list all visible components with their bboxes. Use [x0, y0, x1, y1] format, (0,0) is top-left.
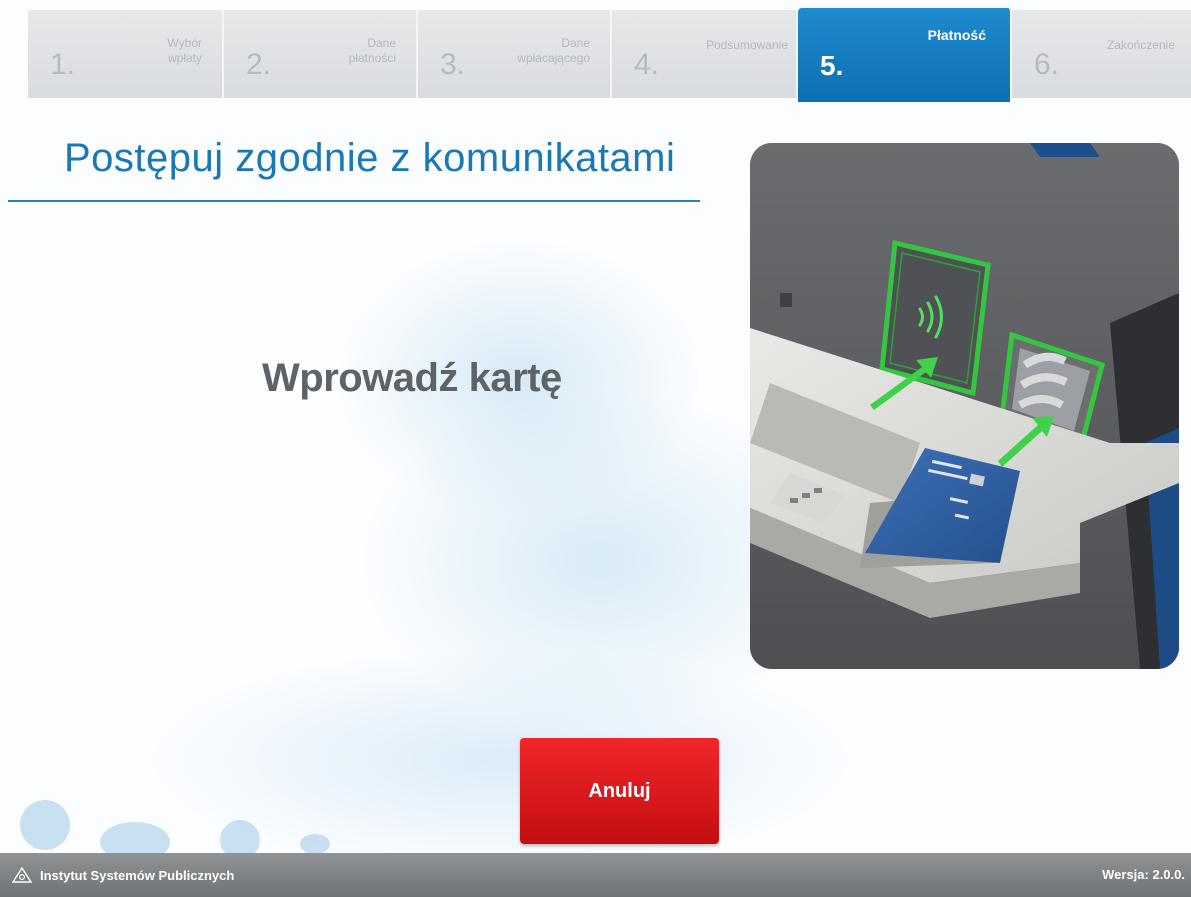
step-5: 5. Płatność [798, 8, 1012, 102]
decor-dot [20, 800, 70, 850]
step-6: 6. Zakończenie [1012, 10, 1191, 98]
page-title: Postępuj zgodnie z komunikatami [64, 136, 676, 180]
card-reader-icon [750, 143, 1179, 669]
footer-brand: Instytut Systemów Publicznych [12, 867, 234, 883]
step-label: Dane płatności [348, 36, 396, 65]
step-number: 4. [634, 48, 660, 81]
step-number: 3. [440, 48, 466, 81]
version-label: Wersja: 2.0.0. [1102, 867, 1185, 882]
step-1: 1. Wybór wpłaty [28, 10, 224, 98]
brand-name: Instytut Systemów Publicznych [40, 867, 235, 883]
step-label: Płatność [927, 27, 986, 43]
step-label: Dane wpłacającego [517, 36, 590, 65]
decor-dot [300, 834, 330, 854]
cancel-button[interactable]: Anuluj [520, 738, 719, 844]
step-number: 1. [50, 48, 76, 81]
step-label: Zakończenie [1106, 38, 1175, 52]
step-3: 3. Dane wpłacającego [418, 10, 612, 98]
step-number: 5. [820, 50, 844, 81]
step-4: 4. Podsumowanie [612, 10, 798, 98]
logo-icon [12, 867, 32, 883]
card-reader-illustration [750, 143, 1179, 669]
step-2: 2. Dane płatności [224, 10, 418, 98]
step-label: Podsumowanie [705, 38, 788, 52]
progress-steps: 1. Wybór wpłaty 2. Dane płatności 3. Dan… [28, 8, 1191, 102]
footer-bar: Instytut Systemów Publicznych Wersja: 2.… [0, 853, 1191, 897]
title-divider [8, 200, 700, 202]
step-number: 2. [246, 48, 272, 81]
insert-card-prompt: Wprowadź kartę [262, 356, 562, 400]
step-label: Wybór wpłaty [167, 36, 202, 65]
step-number: 6. [1034, 48, 1060, 81]
